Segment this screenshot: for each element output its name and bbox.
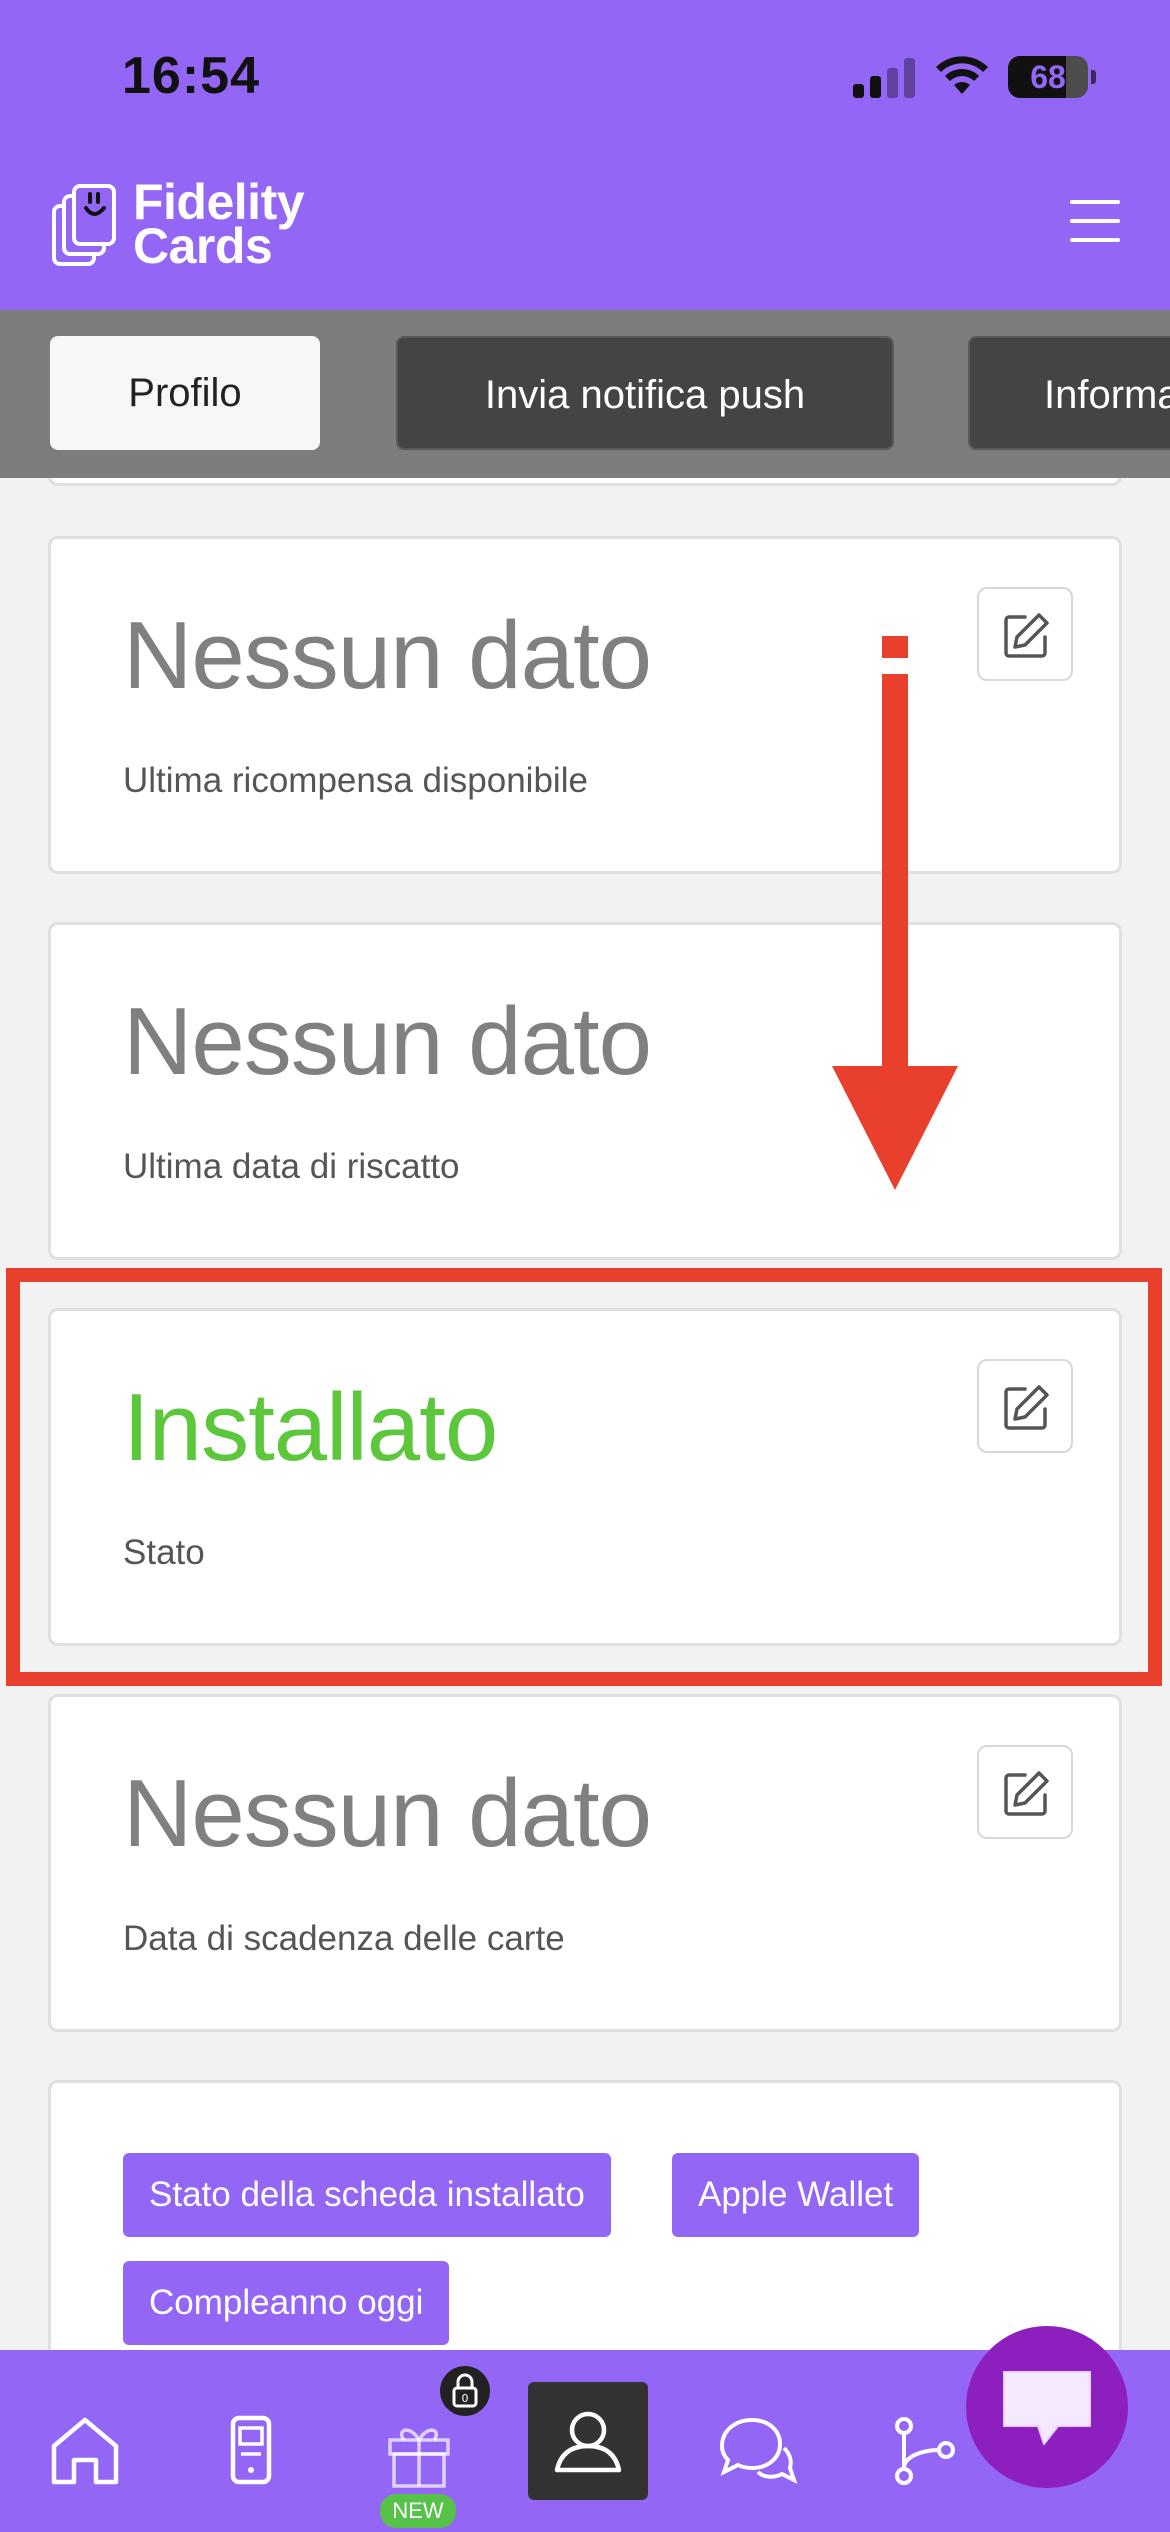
tag-apple-wallet[interactable]: Apple Wallet [672,2153,920,2237]
flow-icon[interactable] [880,2406,970,2496]
edit-icon [1004,1771,1049,1816]
card-value: Nessun dato [123,988,652,1095]
battery-level: 68 [1030,59,1066,95]
app-header: Fidelity Cards [0,150,1170,310]
wifi-icon [936,56,988,94]
menu-line [1070,238,1120,242]
lock-icon: 0 [452,2373,478,2408]
gift-icon[interactable] [374,2406,464,2496]
phone-card-icon[interactable] [206,2406,296,2496]
card-value: Nessun dato [123,1760,652,1867]
card-value: Nessun dato [123,602,652,709]
card-cards-expiry-date: Nessun dato Data di scadenza delle carte [48,1694,1122,2032]
fidelity-cards-logo-icon [52,184,116,266]
profile-tab-bar: Profilo Invia notifica push Informa [0,310,1170,478]
card-tags: Stato della scheda installato Apple Wall… [48,2080,1122,2350]
home-icon[interactable] [40,2406,130,2496]
chat-icon [1003,2371,1091,2445]
battery-indicator: 68 [1008,56,1096,98]
tag-birthday-today[interactable]: Compleanno oggi [123,2261,450,2345]
status-time: 16:54 [122,47,260,105]
tab-invia-notifica-push[interactable]: Invia notifica push [396,336,894,450]
chat-bubbles-icon[interactable] [710,2406,800,2496]
card-label: Data di scadenza delle carte [123,1919,565,1958]
edit-icon [1004,613,1049,658]
new-badge: NEW [380,2494,456,2528]
app-logo-text[interactable]: Fidelity Cards [133,177,305,274]
tag-card-installed-status[interactable]: Stato della scheda installato [123,2153,611,2237]
nav-profile-button[interactable] [528,2382,648,2500]
tab-profilo[interactable]: Profilo [50,336,320,450]
user-profile-icon [554,2411,622,2473]
card-label: Ultima data di riscatto [123,1147,460,1186]
annotation-arrow-icon [832,636,958,1190]
cellular-signal-icon [853,58,915,98]
logo-line-2: Cards [133,218,273,274]
tab-informazioni[interactable]: Informa [968,336,1170,450]
chat-floating-button[interactable] [966,2326,1128,2488]
menu-line [1070,200,1120,204]
edit-button[interactable] [977,587,1073,681]
card-last-reward: Nessun dato Ultima ricompensa disponibil… [48,536,1122,874]
annotation-highlight-box [6,1268,1162,1686]
card-last-redeem-date: Nessun dato Ultima data di riscatto [48,922,1122,1260]
card-label: Ultima ricompensa disponibile [123,761,588,800]
lock-badge: 0 [440,2366,490,2416]
menu-line [1070,219,1120,223]
lock-badge-count: 0 [462,2392,469,2405]
hamburger-menu-button[interactable] [1070,200,1122,250]
status-bar: 16:54 68 [0,0,1170,150]
edit-button[interactable] [977,1745,1073,1839]
previous-card [48,478,1122,486]
